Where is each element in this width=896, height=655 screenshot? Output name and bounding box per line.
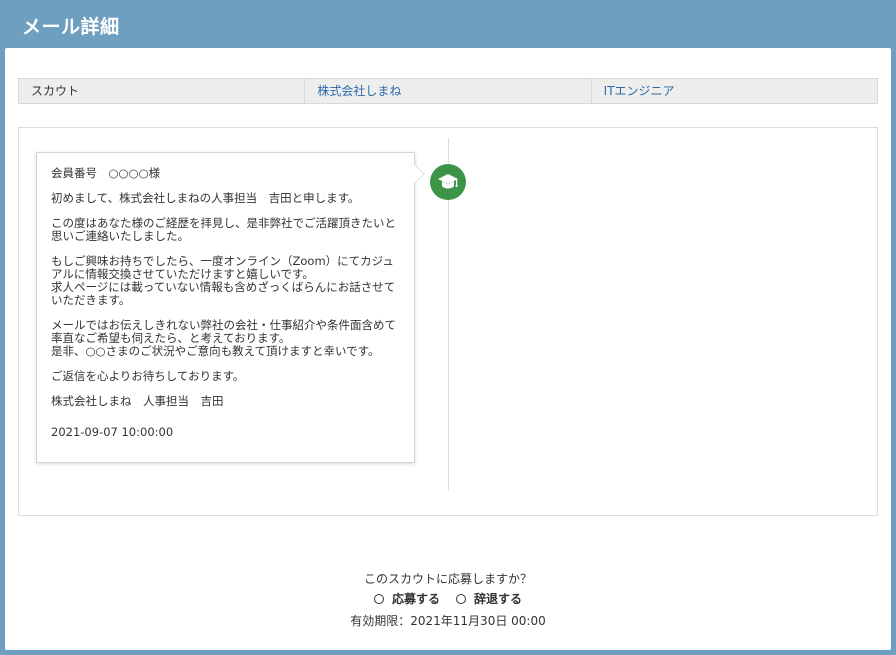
- graduation-cap-icon: [438, 174, 458, 189]
- mail-detail-window: メール詳細 スカウト 株式会社しまね ITエンジニア 会員番号 ○○○○様 初め…: [0, 0, 896, 655]
- message-signature: 株式会社しまね 人事担当 吉田: [51, 394, 224, 408]
- job-link[interactable]: ITエンジニア: [590, 79, 877, 103]
- decline-option[interactable]: 辞退する: [456, 589, 522, 609]
- content-panel: スカウト 株式会社しまね ITエンジニア 会員番号 ○○○○様 初めまして、株式…: [5, 48, 891, 650]
- message-date: 2021-09-07 10:00:00: [51, 425, 174, 439]
- apply-choices: 応募する 辞退する: [5, 589, 891, 609]
- decline-label: 辞退する: [474, 592, 523, 606]
- deadline-text: 有効期限：2021年11月30日 00:00: [350, 614, 546, 628]
- message-line: 会員番号 ○○○○様: [51, 166, 161, 180]
- bubble-pointer: [413, 164, 424, 184]
- message-thread: 会員番号 ○○○○様 初めまして、株式会社しまねの人事担当 吉田と申します。 こ…: [18, 127, 878, 516]
- apply-radio[interactable]: [373, 594, 384, 604]
- message-line: メールではお伝えしきれない弊社の会社・仕事紹介や条件面含めて率直なご希望も伺えた…: [51, 318, 396, 358]
- header-bar: メール詳細: [0, 0, 896, 48]
- apply-question: このスカウトに応募しますか？: [363, 572, 532, 586]
- sender-avatar: [430, 164, 466, 200]
- message-line: 初めまして、株式会社しまねの人事担当 吉田と申します。: [51, 191, 360, 205]
- message-line: ご返信を心よりお待ちしております。: [51, 369, 245, 383]
- message-line: この度はあなた様のご経歴を拝見し、是非弊社でご活躍頂きたいと思いご連絡いたしまし…: [51, 216, 396, 243]
- message-line: もしご興味お持ちでしたら、一度オンライン（Zoom）にてカジュアルに情報交換させ…: [51, 254, 396, 307]
- decline-radio[interactable]: [456, 594, 466, 604]
- apply-label: 応募する: [391, 592, 440, 606]
- message-bubble: 会員番号 ○○○○様 初めまして、株式会社しまねの人事担当 吉田と申します。 こ…: [36, 152, 415, 463]
- mail-type-label: スカウト: [31, 84, 80, 98]
- page-title: メール詳細: [22, 16, 120, 38]
- mail-info-row: スカウト 株式会社しまね ITエンジニア: [18, 78, 878, 104]
- apply-section: このスカウトに応募しますか？ 応募する 辞退する 有効期限：2021年11月30…: [5, 570, 891, 631]
- apply-option[interactable]: 応募する: [373, 589, 440, 609]
- company-link[interactable]: 株式会社しまね: [304, 79, 590, 103]
